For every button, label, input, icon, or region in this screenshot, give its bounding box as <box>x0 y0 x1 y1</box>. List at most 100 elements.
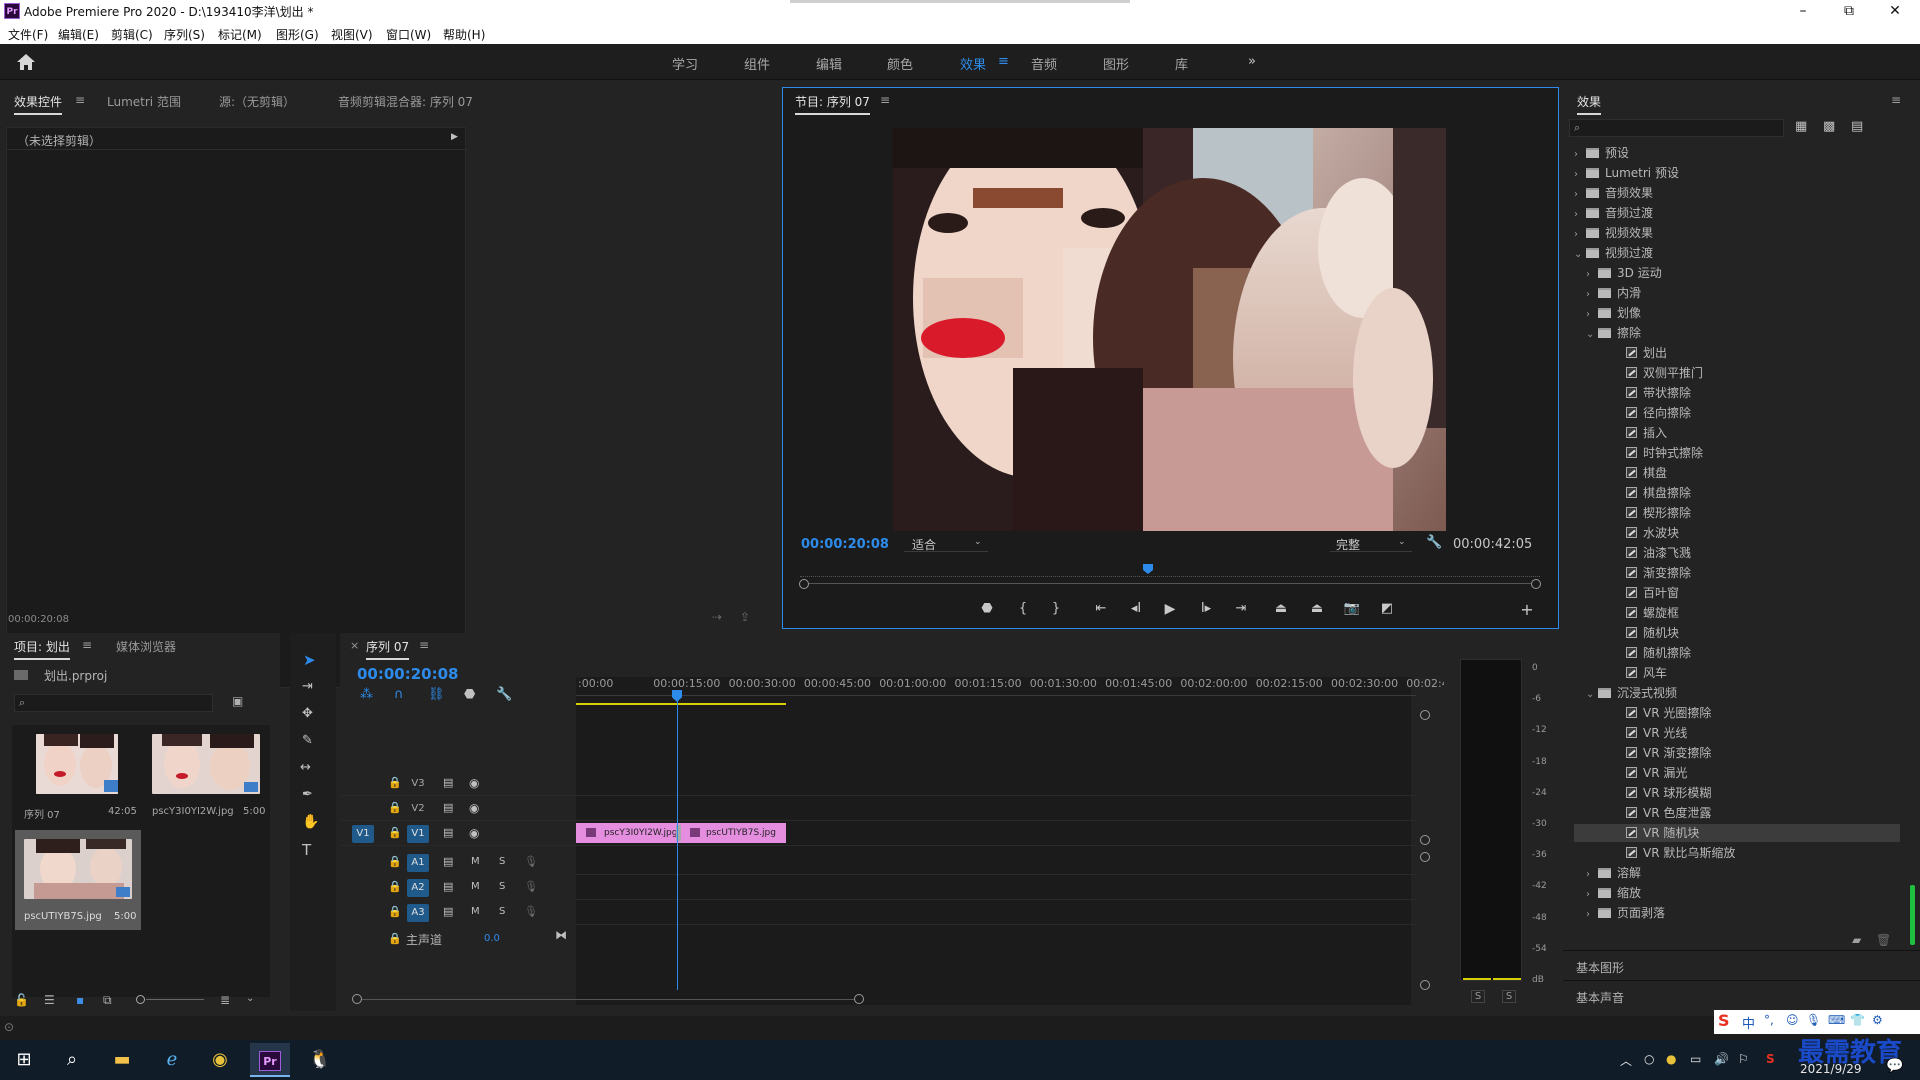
effect-item[interactable]: 随机块 <box>1574 624 1900 642</box>
mark-out-icon[interactable]: } <box>1044 601 1068 616</box>
ime-skin-icon[interactable]: 👕 <box>1850 1013 1865 1027</box>
ime-tools-icon[interactable]: ⚙ <box>1872 1013 1883 1027</box>
timeline-clip[interactable]: pscUTIYB7S.jpg <box>678 823 786 843</box>
eye-icon[interactable]: ◉ <box>469 801 479 815</box>
sync-lock-icon[interactable]: ▤ <box>443 826 453 839</box>
close-button[interactable]: ✕ <box>1872 0 1918 22</box>
effects-folder[interactable]: ⌄ 擦除 <box>1574 324 1900 342</box>
solo-button[interactable]: S <box>499 881 505 892</box>
effects-folder[interactable]: › 预设 <box>1574 144 1900 162</box>
effect-item[interactable]: 棋盘 <box>1574 464 1900 482</box>
program-monitor-title[interactable]: 节目: 序列 07 <box>795 93 870 115</box>
thumbnail-zoom-slider[interactable] <box>136 995 204 1005</box>
effects-folder[interactable]: › Lumetri 预设 <box>1574 164 1900 182</box>
type-tool-icon[interactable]: T <box>302 841 311 859</box>
filter-icon[interactable]: ⇢ <box>712 610 722 624</box>
effect-item[interactable]: 水波块 <box>1574 524 1900 542</box>
workspace-more-button[interactable]: » <box>1248 54 1256 69</box>
maximize-button[interactable]: ⧉ <box>1826 0 1872 22</box>
eye-icon[interactable]: ◉ <box>469 826 479 840</box>
export-icon[interactable]: ⇪ <box>740 610 750 624</box>
effect-item[interactable]: 风车 <box>1574 664 1900 682</box>
effect-item[interactable]: VR 随机块 <box>1574 824 1900 842</box>
workspace-editing[interactable]: 编辑 <box>816 54 842 73</box>
audio-track-target[interactable]: A1 <box>407 854 429 872</box>
microphone-icon[interactable]: 🎙 <box>524 880 538 893</box>
tray-sogou-icon[interactable]: S <box>1766 1052 1775 1066</box>
ime-voice-icon[interactable]: 🎙 <box>1806 1013 1821 1027</box>
ime-mode[interactable]: 中 <box>1742 1013 1755 1032</box>
mute-button[interactable]: M <box>471 906 480 917</box>
tray-network-icon[interactable]: ▭ <box>1690 1052 1701 1066</box>
track-select-tool-icon[interactable]: ⇥ <box>302 679 313 694</box>
project-search-input[interactable]: ⌕ <box>14 694 213 712</box>
project-menu-icon[interactable]: ≡ <box>82 638 92 652</box>
32bit-effects-icon[interactable]: ▩ <box>1823 119 1835 134</box>
effect-item[interactable]: 楔形擦除 <box>1574 504 1900 522</box>
solo-right-button[interactable]: S <box>1502 990 1516 1003</box>
chevron-down-icon[interactable]: ⌄ <box>1586 689 1598 700</box>
effects-search-input[interactable]: ⌕ <box>1569 119 1784 137</box>
ie-browser-icon[interactable]: ℯ <box>152 1043 192 1077</box>
hand-tool-icon[interactable]: ✋ <box>302 814 319 830</box>
go-to-out-icon[interactable]: ⇥ <box>1229 601 1253 616</box>
tab-lumetri-scopes[interactable]: Lumetri 范围 <box>107 93 181 110</box>
effects-folder[interactable]: › 溶解 <box>1574 864 1900 882</box>
freeform-view-icon[interactable]: ⧉ <box>103 993 112 1008</box>
tray-security-icon[interactable]: ⚐ <box>1738 1052 1749 1066</box>
tray-notify-icon[interactable]: ○ <box>1644 1052 1654 1066</box>
linked-selection-icon[interactable]: ⛓ <box>428 687 445 702</box>
eye-icon[interactable]: ◉ <box>469 776 479 790</box>
effect-item[interactable]: VR 渐变擦除 <box>1574 744 1900 762</box>
yuv-effects-icon[interactable]: ▤ <box>1851 119 1863 134</box>
menu-window[interactable]: 窗口(W) <box>386 26 431 43</box>
tab-effect-controls[interactable]: 效果控件 <box>14 93 63 115</box>
sync-lock-icon[interactable]: ▤ <box>443 855 453 868</box>
file-explorer-icon[interactable]: ▬ <box>102 1043 142 1077</box>
source-patch-v1[interactable]: V1 <box>352 825 374 843</box>
lock-icon[interactable]: 🔒 <box>388 826 402 839</box>
effects-folder[interactable]: › 页面剥落 <box>1574 904 1900 922</box>
workspace-libraries[interactable]: 库 <box>1175 54 1188 73</box>
panel-menu-icon[interactable]: ≡ <box>75 93 85 107</box>
tab-project[interactable]: 项目: 划出 <box>14 638 70 660</box>
menu-marker[interactable]: 标记(M) <box>218 26 262 43</box>
chevron-right-icon[interactable]: › <box>1586 909 1598 920</box>
effects-folder[interactable]: › 缩放 <box>1574 884 1900 902</box>
new-search-bin-icon[interactable]: ▣ <box>232 694 243 708</box>
fit-dropdown[interactable]: 适合 ⌄ <box>904 534 988 552</box>
microphone-icon[interactable]: 🎙 <box>524 855 538 868</box>
menu-view[interactable]: 视图(V) <box>331 26 373 43</box>
lock-icon[interactable]: 🔒 <box>388 855 402 868</box>
ime-emoji-icon[interactable]: ☺ <box>1786 1013 1799 1027</box>
pen-tool-icon[interactable]: ✒ <box>302 787 313 802</box>
program-zoom-bar[interactable] <box>799 579 1541 589</box>
delete-icon[interactable]: 🗑 <box>1876 933 1891 947</box>
basic-sound-panel[interactable]: 基本声音 <box>1576 989 1624 1006</box>
sequence-thumbnail[interactable] <box>36 734 118 794</box>
basic-graphics-panel[interactable]: 基本图形 <box>1576 959 1624 976</box>
sync-lock-icon[interactable]: ▤ <box>443 905 453 918</box>
track-target-toggle[interactable]: V1 <box>407 825 429 843</box>
effect-item[interactable]: 随机擦除 <box>1574 644 1900 662</box>
zoom-handle-left[interactable] <box>799 579 809 589</box>
effects-folder[interactable]: ⌄ 沉浸式视频 <box>1574 684 1900 702</box>
effect-item[interactable]: VR 色度泄露 <box>1574 804 1900 822</box>
comparison-view-icon[interactable]: ◩ <box>1375 601 1399 616</box>
program-menu-icon[interactable]: ≡ <box>880 93 890 107</box>
effects-folder[interactable]: › 视频效果 <box>1574 224 1900 242</box>
play-icon[interactable]: ▶ <box>1158 601 1182 617</box>
mute-button[interactable]: M <box>471 856 480 867</box>
chevron-right-icon[interactable]: › <box>1586 309 1598 320</box>
effect-item[interactable]: VR 球形模糊 <box>1574 784 1900 802</box>
timeline-clip[interactable]: pscY3I0YI2W.jpg <box>576 823 678 843</box>
close-sequence-icon[interactable]: × <box>350 639 359 652</box>
workspace-menu-icon[interactable]: ≡ <box>998 54 1009 69</box>
workspace-color[interactable]: 颜色 <box>887 54 913 73</box>
effects-panel-title[interactable]: 效果 <box>1577 93 1602 115</box>
image-thumbnail[interactable] <box>24 839 132 899</box>
search-icon[interactable]: ⌕ <box>52 1043 92 1077</box>
audio-scroll-handle[interactable] <box>1420 852 1430 862</box>
program-video-frame[interactable] <box>893 128 1446 531</box>
audio-track-target[interactable]: A3 <box>407 904 429 922</box>
